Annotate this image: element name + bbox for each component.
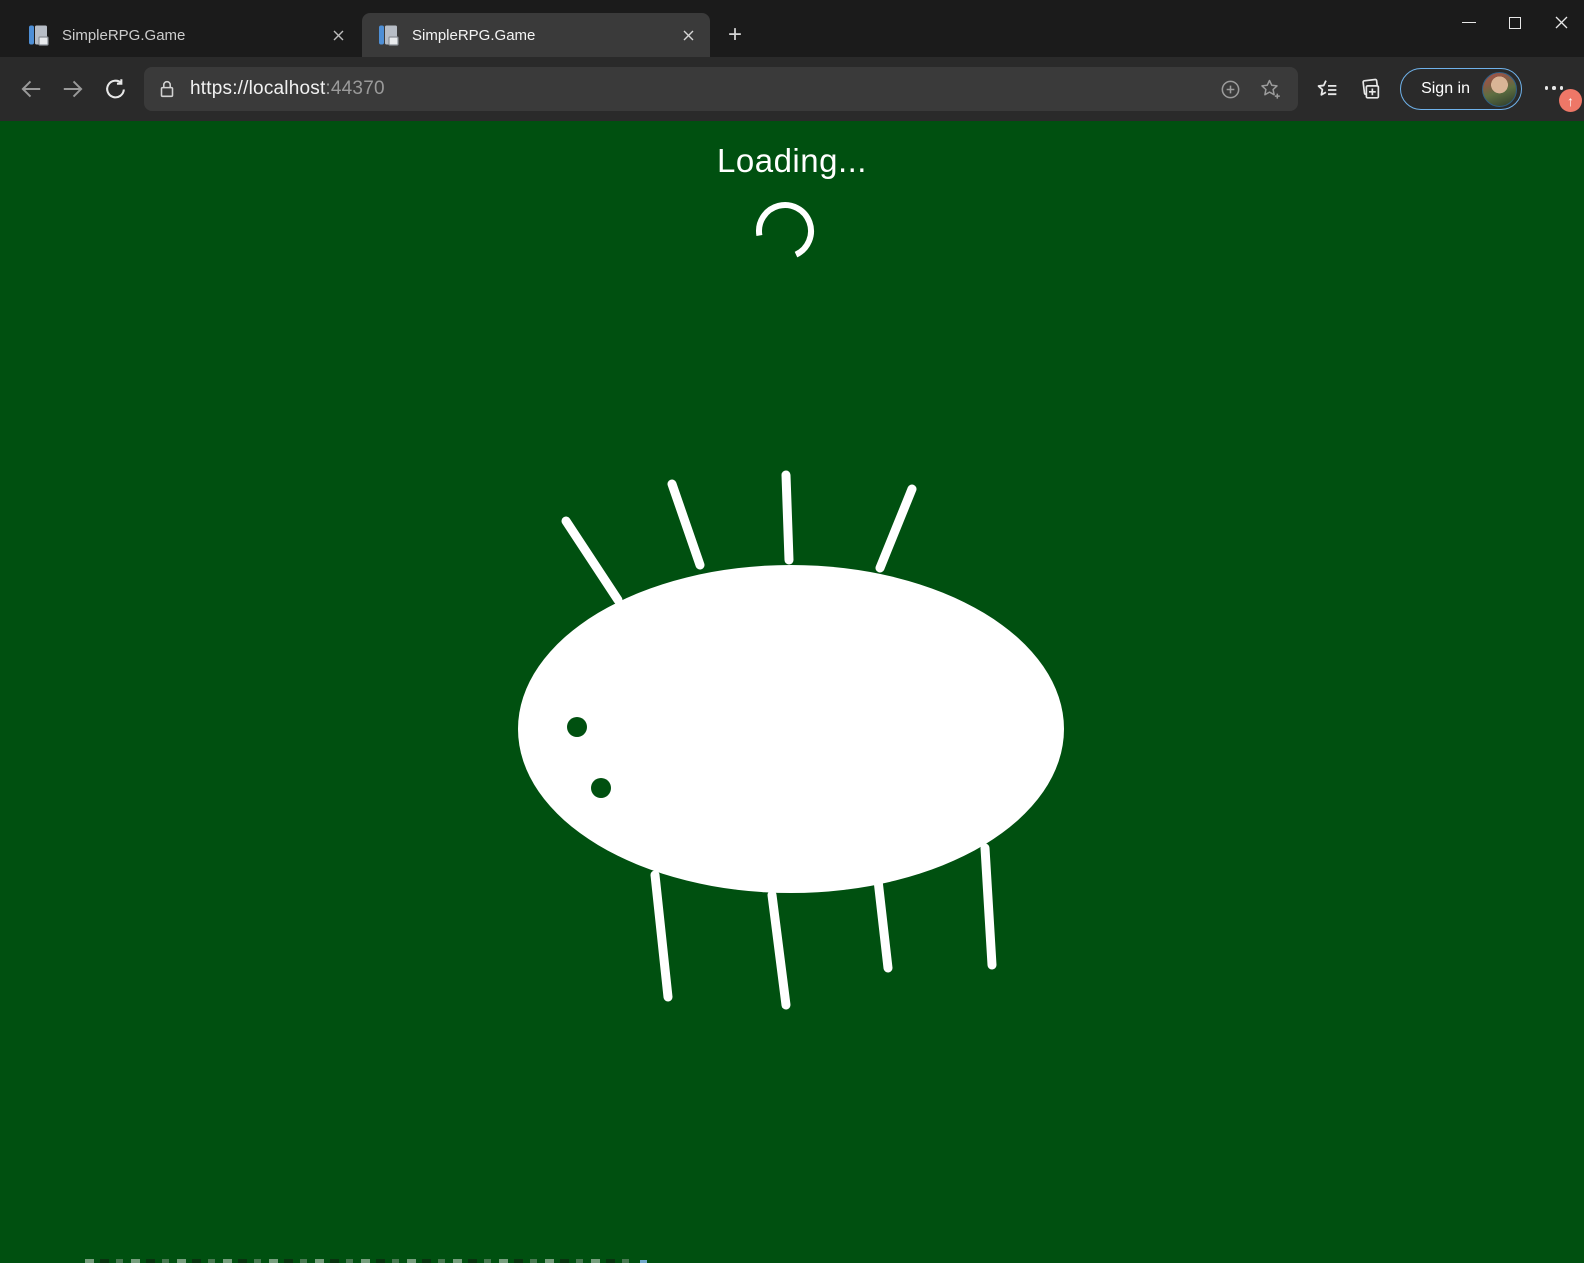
collections-icon xyxy=(1357,77,1382,102)
maximize-icon xyxy=(1509,17,1521,29)
browser-window: SimpleRPG.Game SimpleRPG.Game + xyxy=(0,0,1584,1263)
refresh-icon xyxy=(103,77,128,102)
tab-simplerpg-2[interactable]: SimpleRPG.Game xyxy=(362,13,710,57)
favorites-button[interactable] xyxy=(1306,69,1348,109)
star-plus-icon xyxy=(1258,77,1282,101)
window-controls xyxy=(1446,0,1584,45)
profile-avatar xyxy=(1482,72,1517,107)
url-host: https://localhost xyxy=(190,78,325,99)
forward-icon xyxy=(60,76,86,102)
update-arrow-icon: ↑ xyxy=(1567,94,1574,108)
url-port: :44370 xyxy=(325,78,384,99)
url-text: https://localhost:44370 xyxy=(190,78,385,100)
sign-in-button[interactable]: Sign in xyxy=(1400,68,1522,110)
close-button[interactable] xyxy=(1538,0,1584,45)
tab-close-icon[interactable] xyxy=(324,21,352,49)
update-badge: ↑ xyxy=(1559,89,1582,112)
page-content: Loading... xyxy=(0,121,1584,1263)
sign-in-label: Sign in xyxy=(1421,80,1470,98)
clipped-bottom-text xyxy=(85,1259,637,1263)
back-button[interactable] xyxy=(10,69,52,109)
tab-title: SimpleRPG.Game xyxy=(412,27,674,44)
lock-icon xyxy=(156,78,178,100)
collections-button[interactable] xyxy=(1348,69,1390,109)
maximize-button[interactable] xyxy=(1492,0,1538,45)
close-icon xyxy=(1555,16,1568,29)
creature-drawing xyxy=(0,121,1584,1263)
address-plus-button[interactable] xyxy=(1210,70,1250,108)
favorites-star-list-icon xyxy=(1315,77,1340,102)
page-favicon xyxy=(28,23,50,47)
tab-close-icon[interactable] xyxy=(674,21,702,49)
refresh-button[interactable] xyxy=(94,69,136,109)
minimize-icon xyxy=(1462,22,1476,23)
new-tab-button[interactable]: + xyxy=(718,18,752,52)
tab-strip: SimpleRPG.Game SimpleRPG.Game + xyxy=(0,0,1584,57)
settings-more-button[interactable]: ↑ xyxy=(1534,69,1574,109)
page-favicon xyxy=(378,23,400,47)
back-icon xyxy=(18,76,44,102)
tab-title: SimpleRPG.Game xyxy=(62,27,324,44)
minimize-button[interactable] xyxy=(1446,0,1492,45)
address-bar[interactable]: https://localhost:44370 xyxy=(144,67,1298,111)
circled-plus-icon xyxy=(1219,78,1242,101)
navigation-toolbar: https://localhost:44370 xyxy=(0,57,1584,121)
add-favorite-button[interactable] xyxy=(1250,70,1290,108)
more-menu-icon xyxy=(1545,86,1564,90)
tab-simplerpg-1[interactable]: SimpleRPG.Game xyxy=(12,13,360,57)
forward-button[interactable] xyxy=(52,69,94,109)
